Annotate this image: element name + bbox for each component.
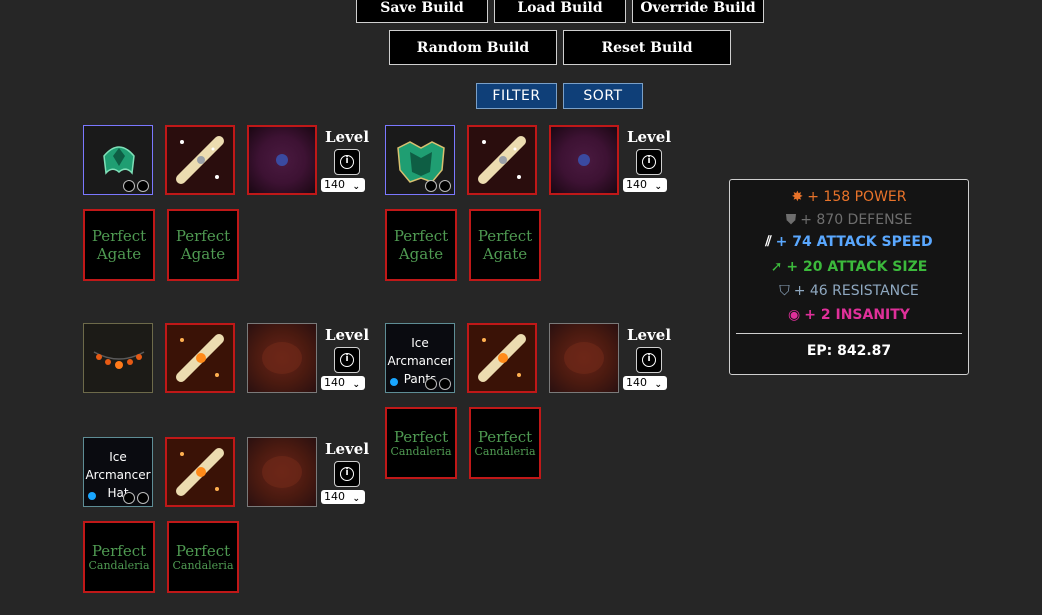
gem-slot-agate[interactable]: Perfect Agate bbox=[469, 209, 541, 281]
rarity-dot bbox=[390, 378, 398, 386]
divider bbox=[736, 333, 962, 334]
info-button[interactable]: i bbox=[334, 347, 360, 373]
info-button[interactable]: i bbox=[636, 149, 662, 175]
hat-slot[interactable]: Ice Arcmancer Hat bbox=[83, 437, 153, 507]
gem-slot-agate[interactable]: Perfect Agate bbox=[167, 209, 239, 281]
info-button[interactable]: i bbox=[334, 461, 360, 487]
scroll-icon bbox=[176, 334, 224, 382]
stats-panel: ✸ + 158 POWER ⛊ + 870 DEFENSE ⫽ + 74 ATTACK… bbox=[729, 179, 969, 375]
chestplate-slot[interactable] bbox=[385, 125, 455, 195]
save-build-button[interactable]: Save Build bbox=[356, 0, 488, 23]
necklace-slot[interactable] bbox=[83, 323, 153, 393]
chevron-down-icon: ⌄ bbox=[352, 182, 360, 192]
gem-slot-agate[interactable]: Perfect Agate bbox=[83, 209, 155, 281]
helmet-slot[interactable] bbox=[83, 125, 153, 195]
level-label: Level bbox=[626, 128, 672, 146]
level-label: Level bbox=[324, 128, 370, 146]
scroll-slot[interactable] bbox=[165, 125, 235, 195]
gem-sockets bbox=[123, 492, 149, 504]
rarity-dot bbox=[88, 492, 96, 500]
chevron-down-icon: ⌄ bbox=[654, 380, 662, 390]
necklace-icon bbox=[93, 351, 145, 369]
info-button[interactable]: i bbox=[334, 149, 360, 175]
scroll-slot[interactable] bbox=[467, 125, 537, 195]
scroll-icon bbox=[176, 136, 224, 184]
rune-slot[interactable] bbox=[247, 125, 317, 195]
stat-power: ✸ + 158 POWER bbox=[791, 189, 907, 205]
info-icon: i bbox=[340, 155, 354, 169]
rune-orb-icon bbox=[276, 154, 288, 166]
stat-attack-speed: ⫽ + 74 ATTACK SPEED bbox=[765, 234, 933, 250]
gem-slot-candaleria[interactable]: Perfect Candaleria bbox=[385, 407, 457, 479]
rune-slot[interactable] bbox=[247, 437, 317, 507]
gem-sockets bbox=[425, 378, 451, 390]
filter-button[interactable]: FILTER bbox=[476, 83, 557, 109]
stat-attack-size: ➚ + 20 ATTACK SIZE bbox=[770, 259, 928, 275]
gem-sockets bbox=[123, 180, 149, 192]
rune-smoke-icon bbox=[262, 456, 302, 488]
size-icon: ➚ bbox=[770, 259, 783, 275]
pants-slot[interactable]: Ice Arcmancer Pants bbox=[385, 323, 455, 393]
info-icon: i bbox=[340, 467, 354, 481]
level-control: Level i 140 ⌄ bbox=[623, 128, 673, 192]
ep-value: EP: 842.87 bbox=[806, 343, 892, 359]
rune-orb-icon bbox=[578, 154, 590, 166]
info-icon: i bbox=[642, 155, 656, 169]
level-select[interactable]: 140 ⌄ bbox=[321, 490, 365, 504]
level-control: Level i 140 ⌄ bbox=[321, 326, 371, 390]
scroll-icon bbox=[478, 334, 526, 382]
speed-icon: ⫽ bbox=[765, 234, 772, 250]
stat-resistance: ⛉ + 46 RESISTANCE bbox=[779, 283, 919, 299]
level-label: Level bbox=[324, 440, 370, 458]
eye-icon: ◉ bbox=[788, 307, 801, 323]
gem-sockets bbox=[425, 180, 451, 192]
rune-slot[interactable] bbox=[549, 323, 619, 393]
gem-slot-candaleria[interactable]: Perfect Candaleria bbox=[469, 407, 541, 479]
stat-insanity: ◉ + 2 INSANITY bbox=[788, 307, 910, 323]
level-label: Level bbox=[626, 326, 672, 344]
scroll-slot[interactable] bbox=[165, 323, 235, 393]
rune-smoke-icon bbox=[262, 342, 302, 374]
level-control: Level i 140 ⌄ bbox=[321, 128, 371, 192]
stat-defense: ⛊ + 870 DEFENSE bbox=[785, 212, 913, 228]
rune-slot[interactable] bbox=[247, 323, 317, 393]
level-control: Level i 140 ⌄ bbox=[321, 440, 371, 504]
chevron-down-icon: ⌄ bbox=[352, 380, 360, 390]
rune-slot[interactable] bbox=[549, 125, 619, 195]
level-select[interactable]: 140 ⌄ bbox=[623, 376, 667, 390]
sort-button[interactable]: SORT bbox=[563, 83, 643, 109]
random-build-button[interactable]: Random Build bbox=[389, 30, 557, 65]
level-select[interactable]: 140 ⌄ bbox=[321, 178, 365, 192]
load-build-button[interactable]: Load Build bbox=[494, 0, 626, 23]
override-build-button[interactable]: Override Build bbox=[632, 0, 764, 23]
gem-slot-candaleria[interactable]: Perfect Candaleria bbox=[167, 521, 239, 593]
level-control: Level i 140 ⌄ bbox=[623, 326, 673, 390]
info-icon: i bbox=[642, 353, 656, 367]
chevron-down-icon: ⌄ bbox=[654, 182, 662, 192]
burst-icon: ✸ bbox=[791, 189, 804, 205]
scroll-icon bbox=[176, 448, 224, 496]
level-label: Level bbox=[324, 326, 370, 344]
shield-icon: ⛊ bbox=[785, 212, 797, 228]
scroll-icon bbox=[478, 136, 526, 184]
scroll-slot[interactable] bbox=[165, 437, 235, 507]
gem-slot-candaleria[interactable]: Perfect Candaleria bbox=[83, 521, 155, 593]
info-button[interactable]: i bbox=[636, 347, 662, 373]
rune-smoke-icon bbox=[564, 342, 604, 374]
level-select[interactable]: 140 ⌄ bbox=[321, 376, 365, 390]
reset-build-button[interactable]: Reset Build bbox=[563, 30, 731, 65]
gem-slot-agate[interactable]: Perfect Agate bbox=[385, 209, 457, 281]
chevron-down-icon: ⌄ bbox=[352, 494, 360, 504]
level-select[interactable]: 140 ⌄ bbox=[623, 178, 667, 192]
info-icon: i bbox=[340, 353, 354, 367]
scroll-slot[interactable] bbox=[467, 323, 537, 393]
resistance-shield-icon: ⛉ bbox=[779, 283, 790, 299]
